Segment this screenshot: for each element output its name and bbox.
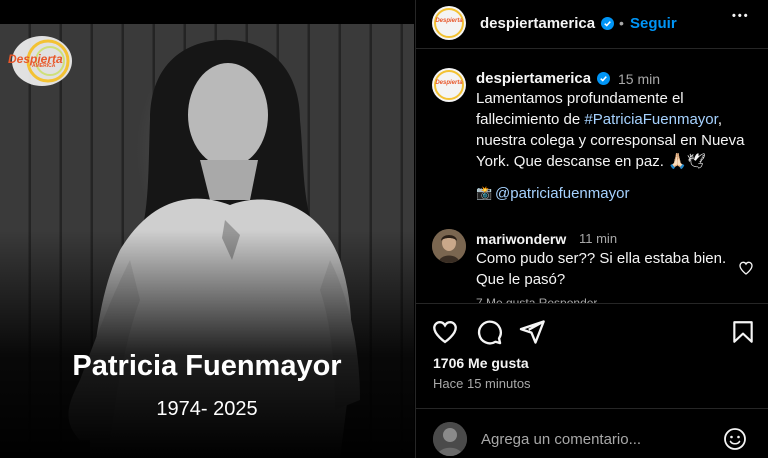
more-options-icon[interactable]: ••• <box>732 10 750 22</box>
commenter-photo <box>432 229 466 263</box>
add-comment-divider <box>416 408 768 409</box>
actions-divider <box>416 303 768 304</box>
mention-link[interactable]: @patriciafuenmayor <box>495 185 629 202</box>
photo-top-bar <box>0 0 414 24</box>
photo-gradient <box>0 230 414 458</box>
save-bookmark-icon[interactable] <box>730 319 756 345</box>
logo-subtext: AMERICA <box>32 63 56 69</box>
current-user-avatar <box>433 422 467 456</box>
comment-time: 11 min <box>579 231 618 246</box>
post-image[interactable]: Despierta AMERICA Patricia Fuenmayor 197… <box>0 0 414 458</box>
caption-avatar[interactable]: Despierta <box>432 68 466 102</box>
follow-button[interactable]: Seguir <box>630 15 677 32</box>
post-time-ago: Hace 15 minutos <box>433 376 531 391</box>
memorial-years: 1974- 2025 <box>156 398 258 420</box>
comment-line-2: Que le pasó? <box>476 271 566 288</box>
post-side-panel: Despierta despiertamerica • Seguir ••• D… <box>415 0 768 458</box>
commenter-username[interactable]: mariwonderw <box>476 231 566 247</box>
camera-icon: 📸 <box>476 185 493 200</box>
caption-username[interactable]: despiertamerica <box>476 70 591 87</box>
comment-avatar[interactable] <box>432 229 466 263</box>
comment-meta: 7 Me gusta Responder <box>476 296 598 303</box>
likes-count[interactable]: 1706 Me gusta <box>433 355 529 371</box>
comment-line-1: Como pudo ser?? Si ella estaba bien. <box>476 250 727 267</box>
post-header: Despierta despiertamerica • Seguir ••• <box>416 0 768 49</box>
caption-line-2-suffix: , <box>717 111 722 128</box>
comment-text: Como pudo ser?? Si ella estaba bien. Que… <box>476 248 736 290</box>
comment-like-icon[interactable] <box>738 260 754 276</box>
caption-line-1: Lamentamos profundamente el <box>476 90 684 107</box>
caption-line-4: York. Que descanse en paz. 🙏🏻🕊 <box>476 153 706 170</box>
caption-time: 15 min <box>618 71 661 87</box>
emoji-icon[interactable] <box>723 427 747 451</box>
separator-dot: • <box>619 15 624 31</box>
caption-line-3: nuestra colega y corresponsal en Nueva <box>476 132 745 149</box>
caption-line-2: fallecimiento de #PatriciaFuenmayor, <box>476 109 761 130</box>
avatar[interactable]: Despierta <box>432 6 466 40</box>
hashtag-link[interactable]: #PatriciaFuenmayor <box>584 111 717 128</box>
comment-icon[interactable] <box>475 318 503 346</box>
header-username[interactable]: despiertamerica <box>480 15 595 32</box>
add-comment-input[interactable]: Agrega un comentario... <box>481 431 641 448</box>
verified-badge-icon <box>601 17 614 30</box>
current-user-photo <box>433 422 467 456</box>
caption-text: Lamentamos profundamente el fallecimient… <box>476 88 761 172</box>
caption-verified-badge-icon <box>597 72 610 85</box>
memorial-name: Patricia Fuenmayor <box>72 350 342 382</box>
like-heart-icon[interactable] <box>431 318 459 346</box>
caption-line-2-prefix: fallecimiento de <box>476 111 585 128</box>
share-icon[interactable] <box>518 318 546 346</box>
